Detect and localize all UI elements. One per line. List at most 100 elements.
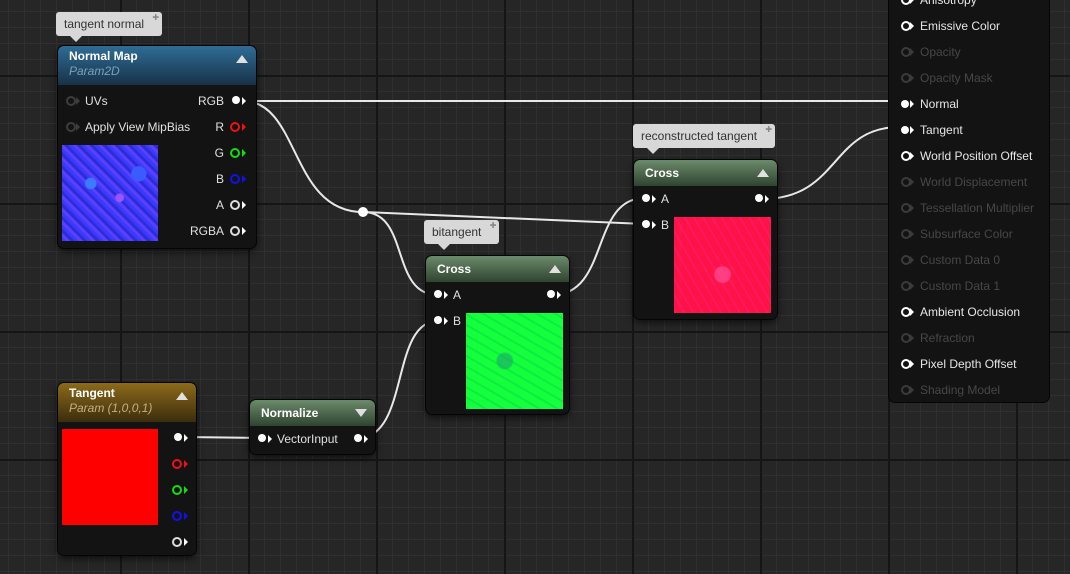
pin-icon[interactable] [172, 537, 182, 547]
output-pin-rgba[interactable]: RGBA [186, 223, 246, 239]
material-input-refraction[interactable]: Refraction [901, 331, 975, 345]
pin-icon[interactable] [642, 220, 650, 228]
pin-icon[interactable] [172, 511, 182, 521]
expand-arrow-icon[interactable] [355, 409, 367, 417]
pin-icon[interactable] [547, 290, 555, 298]
pin-arrow-icon [910, 48, 914, 56]
cross-tangent-node[interactable]: Cross A B [634, 160, 777, 319]
output-pin-a[interactable] [168, 534, 188, 550]
comment-bitangent[interactable]: bitangent ✚ [424, 220, 500, 250]
material-input-opacity-mask[interactable]: Opacity Mask [901, 71, 993, 85]
output-pin-b[interactable] [168, 508, 188, 524]
node-title: Cross [437, 262, 472, 276]
material-input-opacity[interactable]: Opacity [901, 45, 961, 59]
output-pin-rgb[interactable]: RGB [186, 93, 246, 109]
normalize-node[interactable]: Normalize VectorInput [250, 400, 375, 454]
collapse-arrow-icon[interactable] [176, 392, 188, 400]
material-input-tangent[interactable]: Tangent [901, 123, 963, 137]
collapse-arrow-icon[interactable] [236, 55, 248, 63]
pin-arrow-icon [242, 149, 246, 157]
node-header[interactable]: Cross [426, 256, 569, 282]
pin-icon[interactable] [434, 290, 442, 298]
pin-icon[interactable] [901, 100, 909, 108]
pin-arrow-icon [242, 175, 246, 183]
output-pin[interactable] [541, 287, 561, 303]
node-header[interactable]: Cross [634, 160, 777, 186]
material-input-pixel-depth-offset[interactable]: Pixel Depth Offset [901, 357, 1017, 371]
pin-icon[interactable] [901, 126, 909, 134]
pin-icon[interactable] [755, 194, 763, 202]
material-input-normal[interactable]: Normal [901, 97, 959, 111]
output-pin-g[interactable]: G [186, 145, 246, 161]
pin-icon[interactable] [230, 174, 240, 184]
pin-arrow-icon [242, 123, 246, 131]
material-input-subsurface-color[interactable]: Subsurface Color [901, 227, 1013, 241]
pin-icon[interactable] [172, 459, 182, 469]
pin-icon[interactable] [232, 96, 240, 104]
pin-arrow-icon [444, 317, 448, 325]
pin-label: World Displacement [920, 175, 1028, 189]
output-pin-rgb[interactable] [168, 430, 188, 446]
pin-icon[interactable] [258, 434, 266, 442]
output-pin-r[interactable]: R [186, 119, 246, 135]
pin-label: UVs [85, 94, 108, 108]
pin-icon[interactable] [172, 485, 182, 495]
material-input-anisotropy[interactable]: Anisotropy [901, 0, 977, 7]
pin-label: Opacity [920, 45, 961, 59]
material-input-custom-data-0[interactable]: Custom Data 0 [901, 253, 1000, 267]
pin-arrow-icon [910, 204, 914, 212]
pin-label: Pixel Depth Offset [920, 357, 1017, 371]
pin-icon[interactable] [642, 194, 650, 202]
normal-map-node[interactable]: Normal Map Param2D UVs Apply View MipBia… [58, 46, 256, 248]
pin-label: B [661, 218, 670, 232]
output-pin-g[interactable] [168, 482, 188, 498]
material-input-world-position-offset[interactable]: World Position Offset [901, 149, 1032, 163]
material-input-shading-model[interactable]: Shading Model [901, 383, 1001, 397]
pin-icon[interactable] [230, 226, 240, 236]
comment-tangent-normal[interactable]: tangent normal ✚ [56, 12, 163, 42]
output-pin-r[interactable] [168, 456, 188, 472]
material-input-world-displacement[interactable]: World Displacement [901, 175, 1028, 189]
pin-label: Custom Data 1 [920, 279, 1001, 293]
collapse-arrow-icon[interactable] [757, 169, 769, 177]
node-header[interactable]: Normalize [250, 400, 375, 426]
pin-icon[interactable] [66, 96, 76, 106]
pin-arrow-icon [910, 386, 914, 394]
pin-icon[interactable] [174, 433, 182, 441]
output-pin[interactable] [749, 191, 769, 207]
material-input-custom-data-1[interactable]: Custom Data 1 [901, 279, 1001, 293]
pin-arrow-icon [184, 460, 188, 468]
pin-icon[interactable] [230, 200, 240, 210]
pin-arrow-icon [242, 97, 246, 105]
pin-arrow-icon [910, 334, 914, 342]
pin-arrow-icon [910, 360, 914, 368]
input-pin-vectorinput[interactable]: VectorInput [258, 431, 368, 447]
pin-label: A [661, 192, 670, 206]
output-pin-icon[interactable] [354, 434, 362, 442]
cross-bitangent-node[interactable]: Cross A B [426, 256, 569, 414]
output-pin-a[interactable]: A [186, 197, 246, 213]
pin-label: RGB [197, 94, 224, 108]
tangent-param-node[interactable]: Tangent Param (1,0,0,1) [58, 383, 196, 555]
pin-icon[interactable] [66, 122, 76, 132]
material-input-tessellation-multiplier[interactable]: Tessellation Multiplier [901, 201, 1034, 215]
collapse-arrow-icon[interactable] [549, 265, 561, 273]
pin-icon[interactable]: ✚ [152, 14, 159, 22]
output-pin-b[interactable]: B [186, 171, 246, 187]
pin-arrow-icon [444, 291, 448, 299]
pin-icon[interactable] [230, 148, 240, 158]
comment-reconstructed-tangent[interactable]: reconstructed tangent ✚ [633, 124, 776, 154]
wire-reroute-to-tangent-b [362, 211, 646, 225]
material-input-emissive-color[interactable]: Emissive Color [901, 19, 1000, 33]
color-preview [62, 429, 158, 525]
pin-label: A [453, 288, 462, 302]
pin-icon[interactable] [230, 122, 240, 132]
pin-icon[interactable]: ✚ [490, 222, 497, 230]
material-input-ambient-occlusion[interactable]: Ambient Occlusion [901, 305, 1020, 319]
pin-label: Shading Model [920, 383, 1001, 397]
material-output-node[interactable]: Anisotropy Emissive Color Opacity Opacity M… [889, 0, 1049, 402]
pin-icon[interactable] [434, 316, 442, 324]
pin-icon[interactable]: ✚ [765, 126, 772, 134]
node-header[interactable]: Tangent Param (1,0,0,1) [58, 383, 196, 422]
node-header[interactable]: Normal Map Param2D [58, 46, 256, 85]
